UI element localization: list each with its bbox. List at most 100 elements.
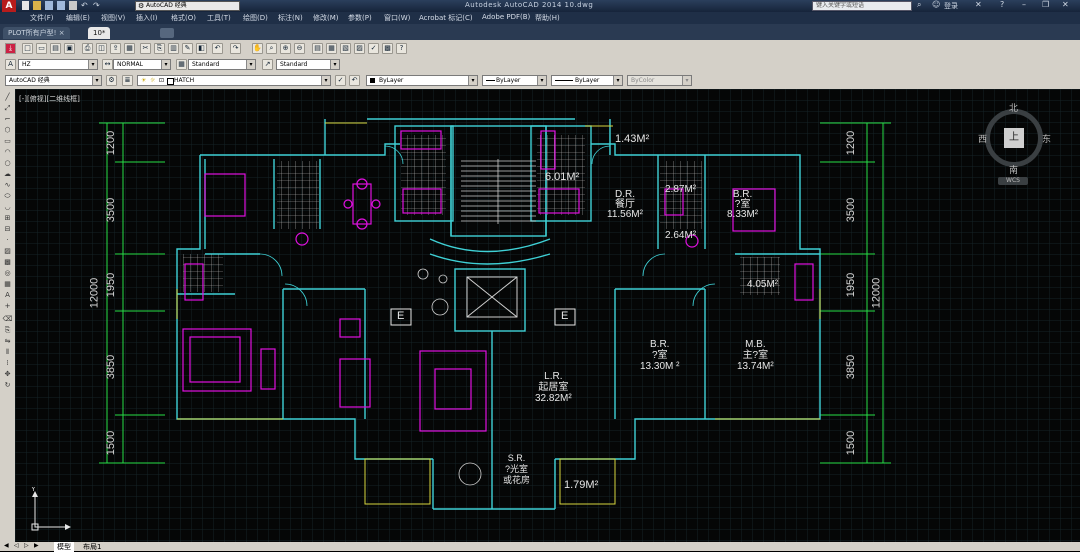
undo-icon[interactable]: ↶ bbox=[212, 43, 223, 54]
viewport-controls[interactable]: [-][俯视][二维线框] bbox=[19, 94, 80, 104]
linetype-select[interactable]: ByLayer ▾ bbox=[482, 75, 547, 86]
gear-icon[interactable]: ⚙ bbox=[106, 75, 117, 86]
qnew-icon[interactable]: ▭ bbox=[36, 43, 47, 54]
add-selected-icon[interactable]: + bbox=[2, 302, 13, 311]
close-icon[interactable]: ✕ bbox=[1062, 0, 1069, 9]
color-select[interactable]: ByLayer ▾ bbox=[366, 75, 478, 86]
mleader-style-select[interactable]: Standard ▾ bbox=[276, 59, 340, 70]
region-icon[interactable]: ◎ bbox=[2, 269, 13, 278]
array-icon[interactable]: ⁞ bbox=[2, 359, 13, 368]
ellipse-icon[interactable]: ⬭ bbox=[2, 192, 13, 201]
design-center-icon[interactable]: ▦ bbox=[326, 43, 337, 54]
menu-view[interactable]: 视图(V) bbox=[101, 13, 125, 23]
lineweight-select[interactable]: ByLayer ▾ bbox=[551, 75, 623, 86]
viewcube[interactable]: 上 北 南 西 东 WCS bbox=[978, 101, 1054, 189]
zoom-realtime-icon[interactable]: ⌕ bbox=[266, 43, 277, 54]
drawing-canvas[interactable]: [-][俯视][二维线框] 1200 3500 1950 3850 1500 1… bbox=[15, 89, 1080, 542]
save-icon[interactable]: ▣ bbox=[64, 43, 75, 54]
pan-icon[interactable]: ✋ bbox=[252, 43, 263, 54]
wcs-menu[interactable]: WCS bbox=[998, 177, 1028, 185]
make-current-icon[interactable]: ✓ bbox=[335, 75, 346, 86]
compass-north[interactable]: 北 bbox=[1009, 101, 1018, 114]
arc-icon[interactable]: ◠ bbox=[2, 148, 13, 157]
circle-icon[interactable]: ○ bbox=[2, 159, 13, 168]
new-icon[interactable] bbox=[22, 1, 29, 10]
point-icon[interactable]: · bbox=[2, 236, 13, 245]
menu-adobe-pdf[interactable]: Adobe PDF(B) bbox=[482, 13, 530, 21]
workspace-select[interactable]: AutoCAD 经典 ▾ bbox=[5, 75, 102, 86]
layer-previous-icon[interactable]: ↶ bbox=[349, 75, 360, 86]
preview-icon[interactable]: ◫ bbox=[96, 43, 107, 54]
cut-icon[interactable]: ✂ bbox=[140, 43, 151, 54]
plot-icon[interactable]: ⎙ bbox=[82, 43, 93, 54]
minimize-icon[interactable]: – bbox=[1022, 0, 1026, 9]
save-icon[interactable] bbox=[45, 1, 53, 10]
viewcube-top-face[interactable]: 上 bbox=[1004, 128, 1024, 148]
menu-file[interactable]: 文件(F) bbox=[30, 13, 54, 23]
menu-modify[interactable]: 修改(M) bbox=[313, 13, 339, 23]
block-editor-icon[interactable]: ◧ bbox=[196, 43, 207, 54]
mtext-icon[interactable]: A bbox=[2, 291, 13, 300]
tab-close-icon[interactable]: × bbox=[59, 29, 65, 37]
menu-edit[interactable]: 编辑(E) bbox=[66, 13, 90, 23]
open-icon[interactable]: ▤ bbox=[50, 43, 61, 54]
app-logo-icon[interactable]: A bbox=[2, 0, 16, 12]
user-icon[interactable]: ☺ bbox=[932, 0, 940, 9]
compass-south[interactable]: 南 bbox=[1009, 163, 1018, 176]
exchange-icon[interactable]: ✕ bbox=[975, 0, 982, 9]
hatch-icon[interactable]: ▨ bbox=[2, 247, 13, 256]
copy-object-icon[interactable]: ⎘ bbox=[2, 326, 13, 335]
undo-icon[interactable]: ↶ bbox=[81, 1, 89, 10]
redo-icon[interactable]: ↷ bbox=[93, 1, 101, 10]
tab-nav-last-icon[interactable]: ▶ bbox=[34, 542, 39, 549]
menu-help[interactable]: 帮助(H) bbox=[535, 13, 560, 23]
gradient-icon[interactable]: ▩ bbox=[2, 258, 13, 267]
table-icon[interactable]: ▦ bbox=[2, 280, 13, 289]
publish-icon[interactable]: ⇪ bbox=[110, 43, 121, 54]
compass-east[interactable]: 东 bbox=[1042, 132, 1051, 145]
compass-west[interactable]: 西 bbox=[978, 132, 987, 145]
new-tab-button[interactable] bbox=[160, 28, 174, 38]
move-icon[interactable]: ✥ bbox=[2, 370, 13, 379]
quickcalc-icon[interactable]: ▩ bbox=[382, 43, 393, 54]
copy-icon[interactable]: ⎘ bbox=[154, 43, 165, 54]
menu-tools[interactable]: 工具(T) bbox=[207, 13, 231, 23]
layer-select[interactable]: ☀ ☼ ⊡ HATCH ▾ bbox=[137, 75, 331, 86]
table-style-select[interactable]: Standard ▾ bbox=[188, 59, 256, 70]
match-prop-icon[interactable]: ✎ bbox=[182, 43, 193, 54]
help-icon[interactable]: ? bbox=[396, 43, 407, 54]
construction-line-icon[interactable]: ⤢ bbox=[2, 104, 13, 113]
workspace-quick-select[interactable]: ⚙ AutoCAD 经典 bbox=[135, 1, 240, 11]
save-to-web-icon[interactable]: ⤓ bbox=[5, 43, 16, 54]
text-style-select[interactable]: HZ ▾ bbox=[18, 59, 98, 70]
saveas-icon[interactable] bbox=[57, 1, 65, 10]
tab-10[interactable]: 10* bbox=[88, 27, 111, 39]
erase-icon[interactable]: ⌫ bbox=[2, 315, 13, 324]
search-input[interactable]: 键入关键字或短语 bbox=[812, 1, 912, 11]
ellipse-arc-icon[interactable]: ◡ bbox=[2, 203, 13, 212]
new-icon[interactable]: □ bbox=[22, 43, 33, 54]
menu-parametric[interactable]: 参数(P) bbox=[348, 13, 372, 23]
dim-style-select[interactable]: NORMAL ▾ bbox=[113, 59, 171, 70]
help-icon[interactable]: ? bbox=[1000, 0, 1004, 9]
markup-icon[interactable]: ✓ bbox=[368, 43, 379, 54]
tab-plot-all[interactable]: PLOT所有户型! × bbox=[3, 27, 70, 39]
line-icon[interactable]: ╱ bbox=[2, 93, 13, 102]
insert-block-icon[interactable]: ⊞ bbox=[2, 214, 13, 223]
properties-icon[interactable]: ▤ bbox=[312, 43, 323, 54]
plot-icon[interactable] bbox=[69, 1, 77, 10]
tool-palettes-icon[interactable]: ▧ bbox=[340, 43, 351, 54]
mirror-icon[interactable]: ⇋ bbox=[2, 337, 13, 346]
menu-format[interactable]: 格式(O) bbox=[171, 13, 196, 23]
menu-window[interactable]: 窗口(W) bbox=[384, 13, 410, 23]
paste-icon[interactable]: ▥ bbox=[168, 43, 179, 54]
rectangle-icon[interactable]: ▭ bbox=[2, 137, 13, 146]
polygon-icon[interactable]: ⬡ bbox=[2, 126, 13, 135]
tab-nav-prev-icon[interactable]: ◁ bbox=[14, 542, 19, 549]
make-block-icon[interactable]: ⊟ bbox=[2, 225, 13, 234]
menu-draw[interactable]: 绘图(D) bbox=[243, 13, 268, 23]
revcloud-icon[interactable]: ☁ bbox=[2, 170, 13, 179]
search-icon[interactable]: ⌕ bbox=[917, 0, 921, 10]
open-icon[interactable] bbox=[33, 1, 41, 10]
zoom-previous-icon[interactable]: ⊖ bbox=[294, 43, 305, 54]
